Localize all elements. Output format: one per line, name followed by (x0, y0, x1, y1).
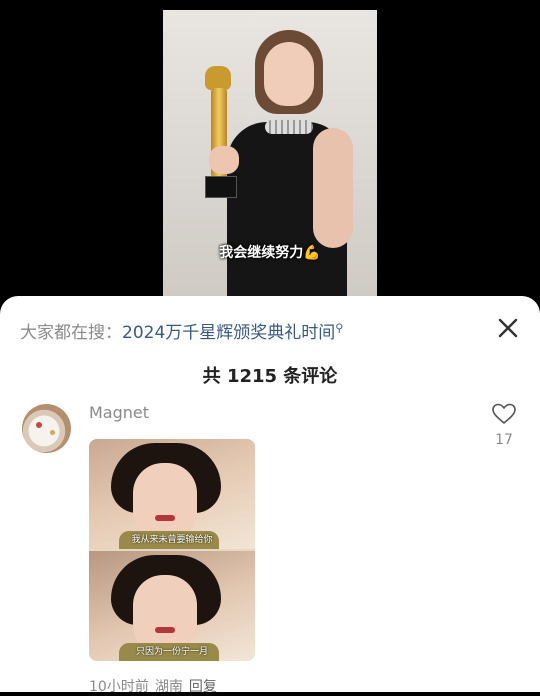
video-player[interactable]: 我会继续努力💪 (0, 0, 540, 300)
like-button[interactable] (490, 402, 518, 426)
search-suggestion-prefix: 大家都在搜： (20, 323, 122, 343)
like-count: 17 (495, 432, 513, 448)
meme-figure-face (133, 463, 197, 541)
video-caption: 我会继续努力💪 (219, 245, 321, 261)
comment-time: 10小时前 (89, 679, 149, 695)
close-button[interactable] (494, 314, 522, 342)
video-person-hand (209, 146, 239, 174)
meme-figure-lips (155, 627, 175, 633)
comment-image[interactable]: 我从来未曾要输给你 只因为一份宁一月 (89, 439, 255, 661)
video-person-shoulder (313, 128, 353, 248)
video-person-face (264, 42, 314, 106)
meme-figure-face (133, 575, 197, 653)
trophy-base (205, 176, 237, 198)
trophy-icon (205, 66, 231, 90)
meme-panel-bottom: 只因为一份宁一月 (89, 551, 255, 661)
search-suggestion-term[interactable]: 2024万千星辉颁奖典礼时间 (122, 323, 335, 343)
avatar-detail (36, 422, 42, 428)
comment-location: 湖南 (154, 679, 183, 695)
avatar[interactable] (22, 404, 71, 453)
avatar-detail (50, 430, 55, 435)
heart-outline-icon (492, 403, 516, 424)
comment-count-title: 共 1215 条评论 (202, 366, 338, 387)
meme-figure-lips (155, 515, 175, 521)
meme-subtitle-top: 我从来未曾要输给你 (131, 535, 213, 545)
video-frame[interactable]: 我会继续努力💪 (163, 10, 377, 300)
comment-meta: 10小时前 湖南 回复 (89, 676, 223, 696)
comment-sheet: 大家都在搜：2024万千星辉颁奖典礼时间⚲ 共 1215 条评论 Magnet … (0, 296, 540, 695)
meme-panel-top: 我从来未曾要输给你 (89, 439, 255, 549)
search-icon: ⚲ (335, 321, 344, 335)
comment-username[interactable]: Magnet (89, 403, 149, 422)
search-suggestion[interactable]: 大家都在搜：2024万千星辉颁奖典礼时间⚲ (20, 318, 343, 343)
meme-subtitle-bottom: 只因为一份宁一月 (135, 647, 208, 657)
video-person-necklace (265, 120, 313, 134)
reply-button[interactable]: 回复 (189, 679, 217, 695)
close-icon (498, 318, 518, 338)
